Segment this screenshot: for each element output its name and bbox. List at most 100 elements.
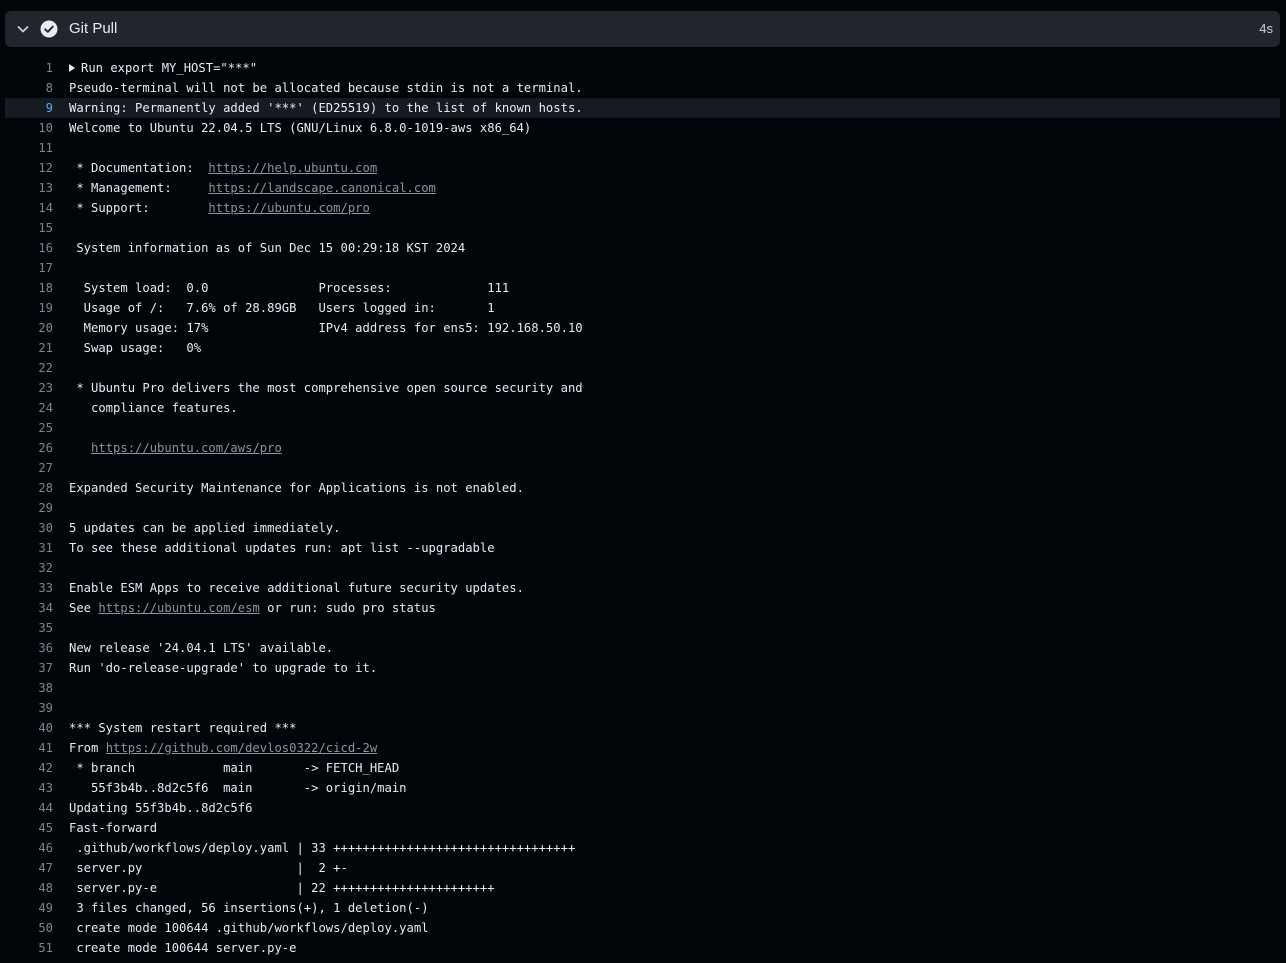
log-line[interactable]: 10 Welcome to Ubuntu 22.04.5 LTS (GNU/Lin… [5, 118, 1280, 138]
log-line[interactable]: 37 Run 'do-release-upgrade' to upgrade to… [5, 658, 1280, 678]
log-line[interactable]: 17 [5, 258, 1280, 278]
log-link[interactable]: https://github.com/devlos0322/cicd-2w [106, 741, 378, 755]
line-number[interactable]: 15 [5, 218, 53, 238]
log-link[interactable]: https://ubuntu.com/esm [98, 601, 259, 615]
line-number[interactable]: 31 [5, 538, 53, 558]
log-line[interactable]: 35 [5, 618, 1280, 638]
line-number[interactable]: 35 [5, 618, 53, 638]
log-line[interactable]: 8 Pseudo-terminal will not be allocated b… [5, 78, 1280, 98]
log-line[interactable]: 42 * branch main -> FETCH_HEAD [5, 758, 1280, 778]
line-number[interactable]: 47 [5, 858, 53, 878]
line-number[interactable]: 19 [5, 298, 53, 318]
line-number[interactable]: 12 [5, 158, 53, 178]
line-number[interactable]: 13 [5, 178, 53, 198]
line-number[interactable]: 8 [5, 78, 53, 98]
expand-triangle-icon[interactable] [69, 64, 75, 72]
log-line[interactable]: 22 [5, 358, 1280, 378]
line-number[interactable]: 25 [5, 418, 53, 438]
line-number[interactable]: 42 [5, 758, 53, 778]
log-line[interactable]: 16 System information as of Sun Dec 15 0… [5, 238, 1280, 258]
log-link[interactable]: https://ubuntu.com/aws/pro [91, 441, 282, 455]
log-line[interactable]: 12 * Documentation: https://help.ubuntu.… [5, 158, 1280, 178]
log-line[interactable]: 24 compliance features. [5, 398, 1280, 418]
log-line[interactable]: 21 Swap usage: 0% [5, 338, 1280, 358]
line-number[interactable]: 36 [5, 638, 53, 658]
log-line[interactable]: 20 Memory usage: 17% IPv4 address for en… [5, 318, 1280, 338]
log-line[interactable]: 48 server.py-e | 22 ++++++++++++++++++++… [5, 878, 1280, 898]
log-line[interactable]: 33 Enable ESM Apps to receive additional … [5, 578, 1280, 598]
log-line[interactable]: 40 *** System restart required *** [5, 718, 1280, 738]
line-number[interactable]: 43 [5, 778, 53, 798]
log-line[interactable]: 30 5 updates can be applied immediately. [5, 518, 1280, 538]
log-line[interactable]: 50 create mode 100644 .github/workflows/… [5, 918, 1280, 938]
line-number[interactable]: 10 [5, 118, 53, 138]
log-line[interactable]: 51 create mode 100644 server.py-e [5, 938, 1280, 958]
log-line[interactable]: 14 * Support: https://ubuntu.com/pro [5, 198, 1280, 218]
line-number[interactable]: 26 [5, 438, 53, 458]
log-link[interactable]: https://ubuntu.com/pro [208, 201, 369, 215]
line-number[interactable]: 38 [5, 678, 53, 698]
line-number[interactable]: 41 [5, 738, 53, 758]
log-line[interactable]: 29 [5, 498, 1280, 518]
line-number[interactable]: 46 [5, 838, 53, 858]
line-number[interactable]: 24 [5, 398, 53, 418]
line-number[interactable]: 28 [5, 478, 53, 498]
log-line[interactable]: 36 New release '24.04.1 LTS' available. [5, 638, 1280, 658]
line-number[interactable]: 44 [5, 798, 53, 818]
line-number[interactable]: 34 [5, 598, 53, 618]
line-number[interactable]: 40 [5, 718, 53, 738]
line-number[interactable]: 14 [5, 198, 53, 218]
line-number[interactable]: 39 [5, 698, 53, 718]
log-line[interactable]: 34 See https://ubuntu.com/esm or run: sud… [5, 598, 1280, 618]
line-number[interactable]: 21 [5, 338, 53, 358]
line-number[interactable]: 17 [5, 258, 53, 278]
line-number[interactable]: 20 [5, 318, 53, 338]
line-number[interactable]: 50 [5, 918, 53, 938]
log-line[interactable]: 26 https://ubuntu.com/aws/pro [5, 438, 1280, 458]
log-line[interactable]: 27 [5, 458, 1280, 478]
log-line[interactable]: 32 [5, 558, 1280, 578]
log-line[interactable]: 38 [5, 678, 1280, 698]
log-line[interactable]: 18 System load: 0.0 Processes: 111 [5, 278, 1280, 298]
line-number[interactable]: 48 [5, 878, 53, 898]
log-line[interactable]: 45 Fast-forward [5, 818, 1280, 838]
log-line[interactable]: 23 * Ubuntu Pro delivers the most compre… [5, 378, 1280, 398]
line-number[interactable]: 37 [5, 658, 53, 678]
log-line[interactable]: 15 [5, 218, 1280, 238]
line-number[interactable]: 23 [5, 378, 53, 398]
log-line[interactable]: 1 Run export MY_HOST="***" [5, 58, 1280, 78]
line-number[interactable]: 27 [5, 458, 53, 478]
log-line[interactable]: 39 [5, 698, 1280, 718]
log-line[interactable]: 41 From https://github.com/devlos0322/cic… [5, 738, 1280, 758]
log-line[interactable]: 44 Updating 55f3b4b..8d2c5f6 [5, 798, 1280, 818]
line-number[interactable]: 18 [5, 278, 53, 298]
line-number[interactable]: 45 [5, 818, 53, 838]
log-line[interactable]: 25 [5, 418, 1280, 438]
log-line[interactable]: 9 Warning: Permanently added '***' (ED255… [5, 98, 1280, 118]
line-number[interactable]: 32 [5, 558, 53, 578]
log-line[interactable]: 43 55f3b4b..8d2c5f6 main -> origin/main [5, 778, 1280, 798]
step-header[interactable]: Git Pull 4s [5, 11, 1280, 47]
log-line[interactable]: 19 Usage of /: 7.6% of 28.89GB Users log… [5, 298, 1280, 318]
line-number[interactable]: 11 [5, 138, 53, 158]
log-line[interactable]: 47 server.py | 2 +- [5, 858, 1280, 878]
line-number[interactable]: 22 [5, 358, 53, 378]
log-line[interactable]: 31 To see these additional updates run: a… [5, 538, 1280, 558]
log-segment: New release '24.04.1 LTS' available. [69, 641, 334, 655]
log-line[interactable]: 28 Expanded Security Maintenance for Appl… [5, 478, 1280, 498]
log-link[interactable]: https://help.ubuntu.com [208, 161, 377, 175]
log-line[interactable]: 49 3 files changed, 56 insertions(+), 1 … [5, 898, 1280, 918]
log-link[interactable]: https://landscape.canonical.com [208, 181, 435, 195]
line-number[interactable]: 51 [5, 938, 53, 958]
line-number[interactable]: 9 [5, 98, 53, 118]
log-line[interactable]: 46 .github/workflows/deploy.yaml | 33 ++… [5, 838, 1280, 858]
log-line[interactable]: 13 * Management: https://landscape.canon… [5, 178, 1280, 198]
chevron-down-icon[interactable] [15, 21, 31, 37]
log-line[interactable]: 11 [5, 138, 1280, 158]
line-number[interactable]: 30 [5, 518, 53, 538]
line-number[interactable]: 49 [5, 898, 53, 918]
line-number[interactable]: 29 [5, 498, 53, 518]
line-number[interactable]: 1 [5, 58, 53, 78]
line-number[interactable]: 33 [5, 578, 53, 598]
line-number[interactable]: 16 [5, 238, 53, 258]
